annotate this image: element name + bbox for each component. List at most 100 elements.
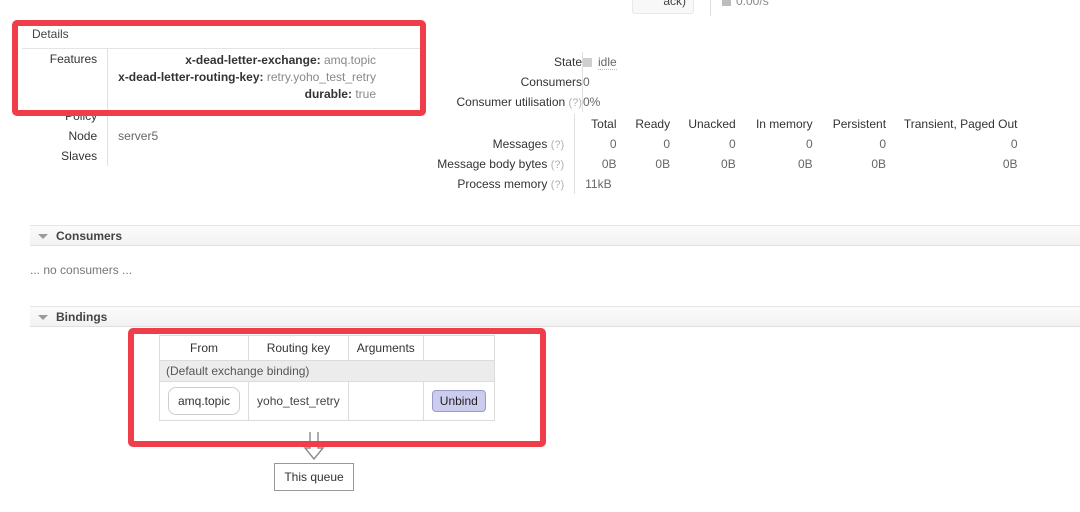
grid-cell-empty <box>827 174 900 194</box>
bindings-header-row: From Routing key Arguments <box>160 336 495 361</box>
unbind-button[interactable]: Unbind <box>432 390 486 412</box>
feature-key: x-dead-letter-routing-key: <box>118 70 263 84</box>
grid-label-process-memory: Process memory (?) <box>432 174 575 194</box>
binding-action-cell: Unbind <box>423 382 494 421</box>
chevron-down-icon[interactable] <box>38 315 48 320</box>
grid-cell: 0B <box>684 154 750 174</box>
feature-key: x-dead-letter-exchange: <box>185 53 320 67</box>
bindings-col-routing-key: Routing key <box>249 336 349 361</box>
message-stats-grid: Total Ready Unacked In memory Persistent… <box>432 114 1032 194</box>
grid-cell: 0 <box>684 134 750 154</box>
grid-label-text: Messages <box>493 137 548 151</box>
grid-cell: 0B <box>631 154 685 174</box>
table-row: amq.topic yoho_test_retry Unbind <box>160 382 495 421</box>
grid-cell: 0 <box>827 134 900 154</box>
binding-from-cell: amq.topic <box>160 382 249 421</box>
stats-label-text: Consumer utilisation <box>456 95 565 109</box>
consumers-empty-text: ... no consumers ... <box>30 263 132 277</box>
binding-flow-arrow-icon <box>303 432 325 460</box>
grid-cell-empty <box>900 174 1031 194</box>
exchange-link[interactable]: amq.topic <box>168 387 240 415</box>
details-label-slaves: Slaves <box>22 146 108 166</box>
grid-label-text: Message body bytes <box>437 157 547 171</box>
queue-stats-panel: State idle Consumers 0 Consumer utilisat… <box>432 52 1032 194</box>
help-icon[interactable]: (?) <box>551 179 564 191</box>
grid-cell: 0 <box>750 134 827 154</box>
grid-col-transient-paged-out: Transient, Paged Out <box>900 114 1031 134</box>
details-row-node: Node server5 <box>22 126 426 146</box>
stats-row-consumer-utilisation: Consumer utilisation (?) 0% <box>432 92 1032 112</box>
feature-value: amq.topic <box>324 53 376 67</box>
grid-header-row: Total Ready Unacked In memory Persistent… <box>432 114 1032 134</box>
details-row-slaves: Slaves <box>22 146 426 166</box>
grid-col-persistent: Persistent <box>827 114 900 134</box>
stats-value-consumers: 0 <box>583 72 1033 92</box>
grid-cell: 0 <box>631 134 685 154</box>
help-icon[interactable]: (?) <box>569 97 582 109</box>
grid-cell: 0B <box>827 154 900 174</box>
section-header-consumers[interactable]: Consumers <box>30 225 1080 246</box>
stats-row-consumers: Consumers 0 <box>432 72 1032 92</box>
details-title: Details <box>22 27 426 49</box>
grid-col-in-memory: In memory <box>750 114 827 134</box>
feature-key: durable: <box>305 87 352 101</box>
this-queue-node: This queue <box>274 463 354 491</box>
bindings-table: From Routing key Arguments (Default exch… <box>159 335 495 421</box>
stats-value-consumer-utilisation: 0% <box>583 92 1033 112</box>
queue-stats-table: State idle Consumers 0 Consumer utilisat… <box>432 52 1032 112</box>
details-label-policy: Policy <box>22 106 108 126</box>
stats-label-consumer-utilisation: Consumer utilisation (?) <box>432 92 583 112</box>
help-icon[interactable]: (?) <box>551 139 564 151</box>
grid-col-total: Total <box>575 114 631 134</box>
state-indicator-icon <box>583 58 592 67</box>
grid-col-ready: Ready <box>631 114 685 134</box>
stats-label-consumers: Consumers <box>432 72 583 92</box>
grid-cell-empty <box>750 174 827 194</box>
clipped-top-row: ack) 0.00/s <box>0 0 1080 16</box>
chevron-down-icon[interactable] <box>38 234 48 239</box>
feature-value: retry.yoho_test_retry <box>267 70 376 84</box>
section-header-bindings[interactable]: Bindings <box>30 306 1080 327</box>
details-value-policy <box>108 106 426 126</box>
state-text: idle <box>598 55 617 70</box>
feature-line: x-dead-letter-exchange: amq.topic <box>118 52 376 69</box>
details-value-node: server5 <box>108 126 426 146</box>
bindings-col-from: From <box>160 336 249 361</box>
grid-row-messages: Messages (?) 0 0 0 0 0 0 <box>432 134 1032 154</box>
stats-value-state: idle <box>583 52 1033 72</box>
section-title-consumers: Consumers <box>56 229 122 243</box>
bindings-col-arguments: Arguments <box>348 336 423 361</box>
section-title-bindings: Bindings <box>56 310 107 324</box>
details-label-node: Node <box>22 126 108 146</box>
grid-value-process-memory: 11kB <box>575 174 631 194</box>
grid-header-spacer <box>432 114 575 134</box>
grid-cell-empty <box>684 174 750 194</box>
grid-row-process-memory: Process memory (?) 11kB <box>432 174 1032 194</box>
grid-cell: 0B <box>750 154 827 174</box>
details-value-features: x-dead-letter-exchange: amq.topic x-dead… <box>108 49 426 106</box>
feature-value: true <box>355 87 376 101</box>
details-panel: Details Features x-dead-letter-exchange:… <box>22 27 426 166</box>
binding-arguments-cell <box>348 382 423 421</box>
ack-stat-box: ack) <box>632 0 694 14</box>
grid-label-message-body-bytes: Message body bytes (?) <box>432 154 575 174</box>
stats-label-state: State <box>432 52 583 72</box>
grid-row-message-body-bytes: Message body bytes (?) 0B 0B 0B 0B 0B 0B <box>432 154 1032 174</box>
rate-legend: 0.00/s <box>722 0 769 8</box>
default-exchange-binding-note: (Default exchange binding) <box>160 361 495 382</box>
feature-line: durable: true <box>118 86 376 103</box>
details-value-slaves <box>108 146 426 166</box>
top-divider <box>710 0 711 16</box>
grid-cell: 0 <box>900 134 1031 154</box>
binding-routing-key-cell: yoho_test_retry <box>249 382 349 421</box>
grid-cell: 0 <box>575 134 631 154</box>
grid-cell: 0B <box>900 154 1031 174</box>
rate-legend-swatch-icon <box>722 0 731 6</box>
bindings-col-actions <box>423 336 494 361</box>
help-icon[interactable]: (?) <box>551 159 564 171</box>
grid-cell-empty <box>631 174 685 194</box>
rate-legend-label: 0.00/s <box>736 0 769 8</box>
bindings-default-note-row: (Default exchange binding) <box>160 361 495 382</box>
grid-cell: 0B <box>575 154 631 174</box>
details-label-features: Features <box>22 49 108 106</box>
